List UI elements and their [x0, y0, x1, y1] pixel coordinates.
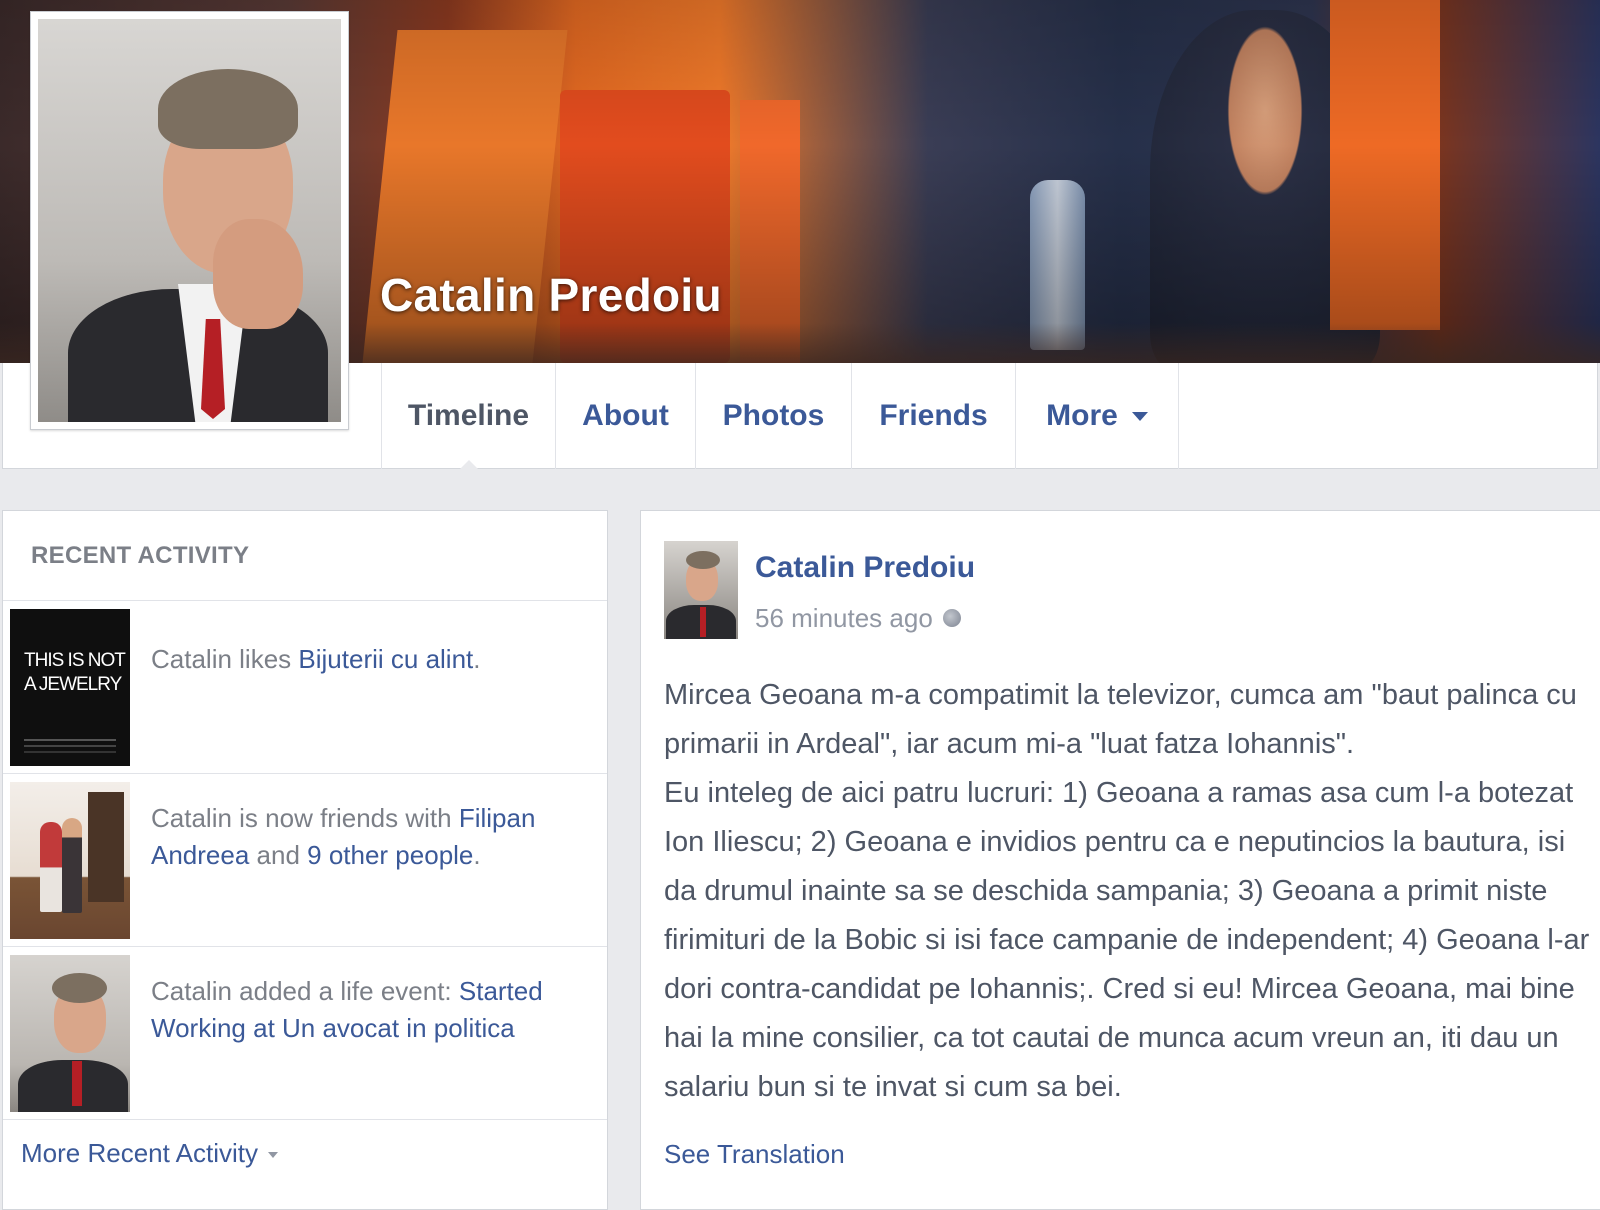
activity-text: Catalin added a life event: Started Work… [151, 973, 591, 1047]
post-time-text: 56 minutes ago [755, 603, 933, 633]
more-recent-activity-link[interactable]: More Recent Activity [21, 1138, 278, 1169]
avatar-tie [700, 607, 706, 637]
profile-name[interactable]: Catalin Predoiu [380, 268, 722, 322]
activity-item-friends[interactable]: Catalin is now friends with Filipan Andr… [3, 774, 607, 947]
activity-text: Catalin is now friends with Filipan Andr… [151, 800, 591, 874]
activity-suffix: . [473, 840, 481, 870]
profile-picture[interactable] [30, 11, 349, 430]
page-link[interactable]: Bijuterii cu alint [298, 644, 473, 674]
activity-prefix: Catalin likes [151, 644, 299, 674]
thumbnail-person [62, 818, 82, 913]
post-paragraph: Mircea Geoana m-a compatimit la televizo… [664, 679, 1577, 760]
tab-label: Friends [879, 399, 988, 432]
activity-text: Catalin likes Bijuterii cu alint. [151, 641, 591, 678]
recent-activity-card: RECENT ACTIVITY THIS IS NOT A JEWELRY Ca… [2, 510, 608, 1210]
tab-label: More [1046, 399, 1118, 432]
tab-label: Photos [722, 399, 825, 432]
activity-prefix: Catalin added a life event: [151, 976, 459, 1006]
tab-friends[interactable]: Friends [851, 363, 1015, 469]
post-author-avatar[interactable] [664, 541, 738, 639]
chevron-down-icon [1131, 411, 1148, 421]
thumbnail-fine-print [24, 739, 116, 741]
profile-tabs: Timeline About Photos Friends More [381, 363, 1179, 470]
profile-portrait [38, 19, 341, 422]
activity-item-like[interactable]: THIS IS NOT A JEWELRY Catalin likes Biju… [3, 601, 607, 774]
activity-thumbnail[interactable] [10, 782, 130, 939]
post-timestamp[interactable]: 56 minutes ago [755, 603, 961, 634]
tab-more[interactable]: More [1015, 363, 1179, 469]
thumbnail-person [40, 822, 62, 912]
see-translation-link[interactable]: See Translation [664, 1139, 845, 1170]
recent-activity-header: RECENT ACTIVITY [3, 511, 607, 601]
tab-timeline[interactable]: Timeline [381, 363, 555, 470]
activity-middle: and [249, 840, 308, 870]
other-people-link[interactable]: 9 other people [307, 840, 473, 870]
activity-thumbnail[interactable]: THIS IS NOT A JEWELRY [10, 609, 130, 766]
tab-label: Timeline [407, 399, 530, 432]
activity-thumbnail[interactable] [10, 955, 130, 1112]
thumbnail-text: THIS IS NOT A JEWELRY [24, 650, 126, 695]
portrait-hand [213, 219, 303, 329]
activity-suffix: . [473, 644, 481, 674]
thumbnail-tie [72, 1061, 82, 1106]
post-body: Mircea Geoana m-a compatimit la televizo… [664, 671, 1594, 1112]
tab-about[interactable]: About [555, 363, 695, 469]
globe-icon[interactable] [942, 609, 961, 628]
post-author-name[interactable]: Catalin Predoiu [755, 551, 975, 585]
more-activity-label: More Recent Activity [21, 1138, 258, 1168]
chevron-down-icon [267, 1152, 278, 1159]
avatar-hair [686, 551, 720, 569]
tab-label: About [582, 399, 669, 432]
thumbnail-door [88, 792, 124, 902]
activity-prefix: Catalin is now friends with [151, 803, 459, 833]
portrait-hair [158, 69, 298, 149]
tab-photos[interactable]: Photos [695, 363, 851, 469]
thumbnail-hair [52, 973, 107, 1003]
post-paragraph: Eu inteleg de aici patru lucruri: 1) Geo… [664, 777, 1590, 1103]
timeline-post: Catalin Predoiu 56 minutes ago Mircea Ge… [640, 510, 1600, 1210]
activity-item-life-event[interactable]: Catalin added a life event: Started Work… [3, 947, 607, 1120]
